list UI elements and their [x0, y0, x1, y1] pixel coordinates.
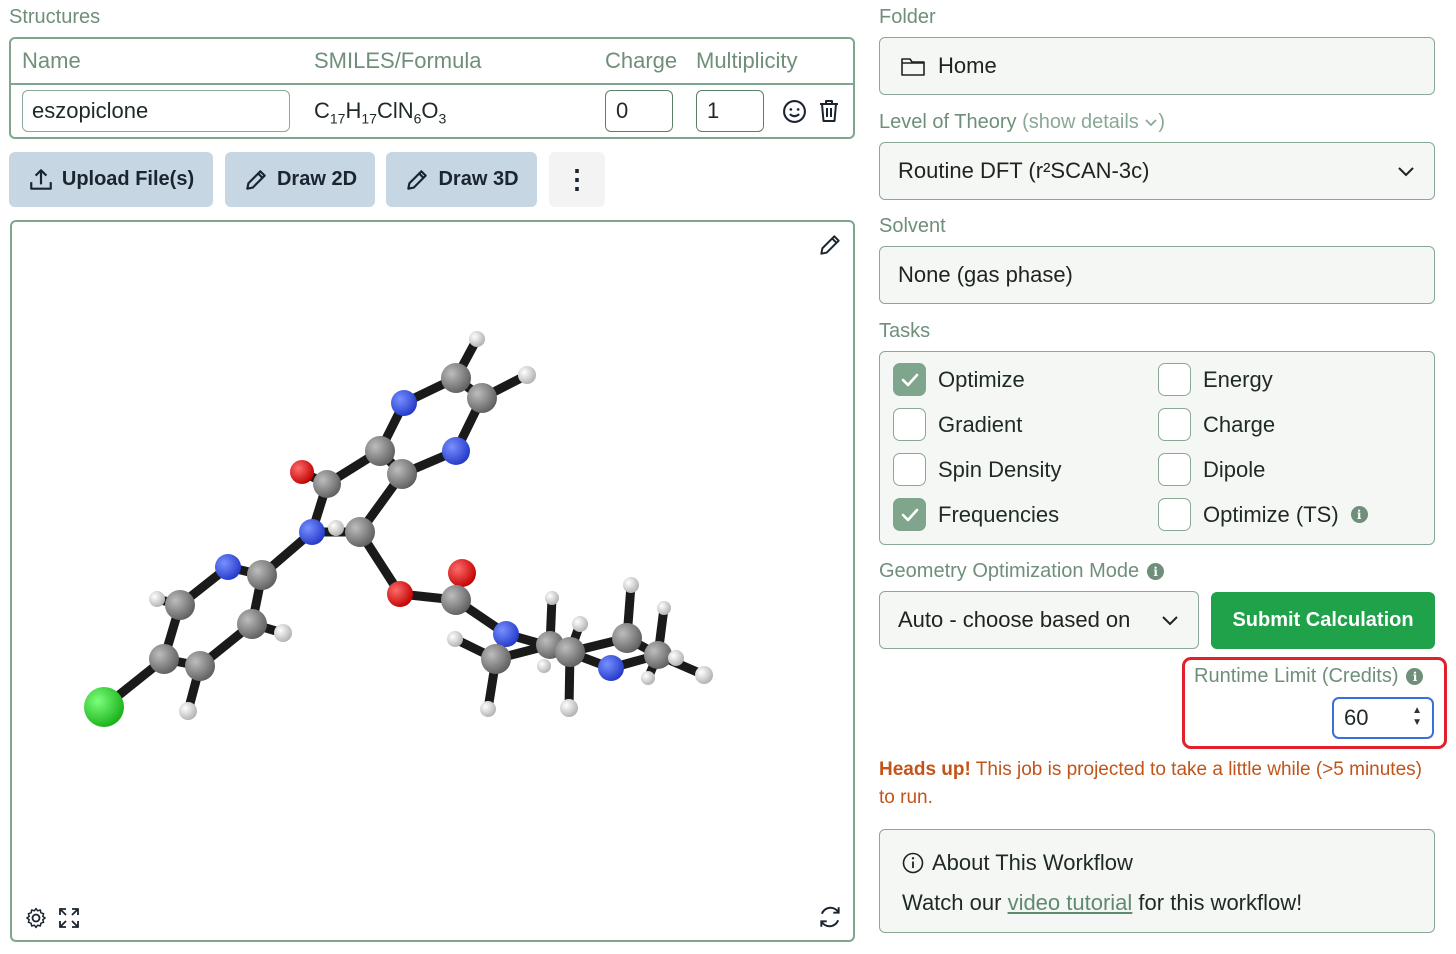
task-optimize-ts[interactable]: Optimize (TS) i [1158, 498, 1368, 531]
task-label: Charge [1203, 411, 1276, 437]
task-label: Frequencies [938, 501, 1060, 527]
submit-calculation-button[interactable]: Submit Calculation [1211, 592, 1435, 649]
task-checkbox[interactable] [1158, 453, 1191, 486]
task-checkbox[interactable] [1158, 408, 1191, 441]
runtime-limit-input[interactable]: 60 ▲ ▼ [1332, 697, 1434, 739]
task-label: Spin Density [938, 456, 1062, 482]
task-checkbox[interactable] [1158, 363, 1191, 396]
pencil-icon [246, 169, 266, 190]
task-energy[interactable]: Energy [1158, 363, 1273, 396]
folder-value: Home [938, 53, 997, 78]
geometry-mode-label: Geometry Optimization Mode i [879, 560, 1165, 583]
folder-select[interactable]: Home [879, 37, 1435, 95]
column-header-smiles: SMILES/Formula [314, 48, 482, 73]
column-header-charge: Charge [605, 48, 678, 73]
task-checkbox[interactable] [1158, 498, 1191, 531]
show-details-link[interactable]: (show details ) [1022, 111, 1165, 133]
task-checkbox[interactable] [893, 498, 926, 531]
column-header-multiplicity: Multiplicity [696, 48, 798, 73]
checkmark-icon [901, 373, 918, 386]
chevron-down-icon [1145, 119, 1157, 127]
molecule-3d-render [84, 331, 713, 727]
task-charge[interactable]: Charge [1158, 408, 1275, 441]
smiley-icon[interactable] [782, 99, 807, 124]
task-spin-density[interactable]: Spin Density [893, 453, 1062, 486]
runtime-warning: Heads up! This job is projected to take … [879, 759, 1422, 808]
task-label: Energy [1203, 366, 1273, 392]
multiplicity-input[interactable]: 1 [696, 90, 764, 132]
chevron-down-icon [1162, 616, 1178, 626]
atoms [84, 331, 713, 727]
structures-label: Structures [9, 6, 101, 28]
table-divider [10, 83, 854, 85]
charge-input[interactable]: 0 [605, 90, 673, 132]
task-label: Optimize [938, 366, 1025, 392]
task-checkbox[interactable] [893, 363, 926, 396]
task-checkbox[interactable] [893, 408, 926, 441]
pencil-icon [407, 169, 428, 190]
settings-gear-icon[interactable] [24, 906, 48, 930]
task-label: Dipole [1203, 456, 1266, 482]
edit-pencil-icon[interactable] [817, 232, 843, 258]
structure-name-input[interactable]: eszopiclone [22, 90, 290, 132]
structure-formula: C17H17ClN6O3 [314, 98, 447, 127]
info-icon[interactable]: i [1147, 563, 1165, 580]
runtime-limit-label: Runtime Limit (Credits) i [1194, 665, 1424, 688]
draw-3d-button[interactable]: Draw 3D [386, 152, 537, 207]
task-gradient[interactable]: Gradient [893, 408, 1022, 441]
chevron-down-icon [1398, 167, 1414, 177]
info-icon[interactable]: i [1406, 668, 1424, 685]
folder-label: Folder [879, 6, 936, 28]
more-options-button[interactable]: ⋮ [549, 152, 605, 207]
trash-icon[interactable] [817, 98, 841, 124]
info-icon[interactable]: i [1350, 506, 1368, 523]
expand-icon[interactable] [57, 906, 81, 930]
level-of-theory-label: Level of Theory (show details ) [879, 111, 1166, 133]
refresh-icon[interactable] [817, 904, 843, 930]
upload-icon [30, 168, 52, 190]
task-dipole[interactable]: Dipole [1158, 453, 1265, 486]
column-header-name: Name [22, 48, 81, 73]
about-workflow-panel: About This Workflow Watch our video tuto… [879, 829, 1435, 933]
molecule-viewer[interactable] [10, 220, 855, 942]
task-optimize[interactable]: Optimize [893, 363, 1025, 396]
solvent-select[interactable]: None (gas phase) [879, 246, 1435, 304]
info-circle-icon [902, 852, 924, 874]
number-stepper-icon[interactable]: ▲ ▼ [1412, 705, 1422, 729]
tasks-label: Tasks [879, 320, 931, 342]
solvent-label: Solvent [879, 215, 946, 237]
checkmark-icon [901, 508, 918, 521]
folder-icon [901, 58, 925, 76]
upload-files-button[interactable]: Upload File(s) [9, 152, 213, 207]
draw-2d-button[interactable]: Draw 2D [225, 152, 375, 207]
level-of-theory-select[interactable]: Routine DFT (r²SCAN-3c) [879, 142, 1435, 200]
task-label: Optimize (TS) [1203, 501, 1339, 527]
about-title: About This Workflow [932, 850, 1133, 875]
task-checkbox[interactable] [893, 453, 926, 486]
video-tutorial-link[interactable]: video tutorial [1008, 890, 1133, 915]
task-label: Gradient [938, 411, 1023, 437]
task-frequencies[interactable]: Frequencies [893, 498, 1059, 531]
geometry-mode-select[interactable]: Auto - choose based on [879, 591, 1199, 649]
